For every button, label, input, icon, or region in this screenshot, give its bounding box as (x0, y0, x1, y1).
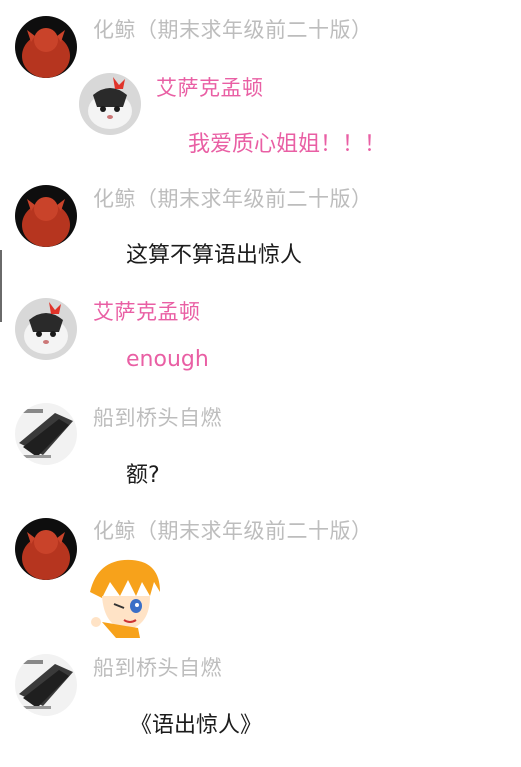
avatar[interactable] (15, 16, 77, 78)
sender-name: 艾萨克孟顿 (93, 300, 201, 324)
sender-name: 船到桥头自燃 (93, 656, 222, 680)
message-text[interactable]: 额? (126, 457, 160, 489)
message-text[interactable]: 《语出惊人》 (130, 707, 262, 739)
message-text[interactable]: 我爱质心姐姐！！！ (188, 126, 386, 158)
avatar[interactable] (15, 298, 77, 360)
sender-name: 化鲸（期末求年级前二十版） (93, 18, 373, 42)
sender-name: 化鲸（期末求年级前二十版） (93, 519, 373, 543)
sender-name: 化鲸（期末求年级前二十版） (93, 187, 373, 211)
avatar[interactable] (15, 403, 77, 465)
window-edge (0, 250, 2, 322)
avatar[interactable] (79, 73, 141, 135)
sender-name: 艾萨克孟顿 (156, 76, 264, 100)
avatar[interactable] (15, 518, 77, 580)
sender-name: 船到桥头自燃 (93, 406, 222, 430)
sticker-image[interactable] (80, 552, 170, 638)
message-text[interactable]: enough (126, 347, 209, 372)
message-text[interactable]: 这算不算语出惊人 (126, 237, 302, 269)
avatar[interactable] (15, 185, 77, 247)
avatar[interactable] (15, 654, 77, 716)
